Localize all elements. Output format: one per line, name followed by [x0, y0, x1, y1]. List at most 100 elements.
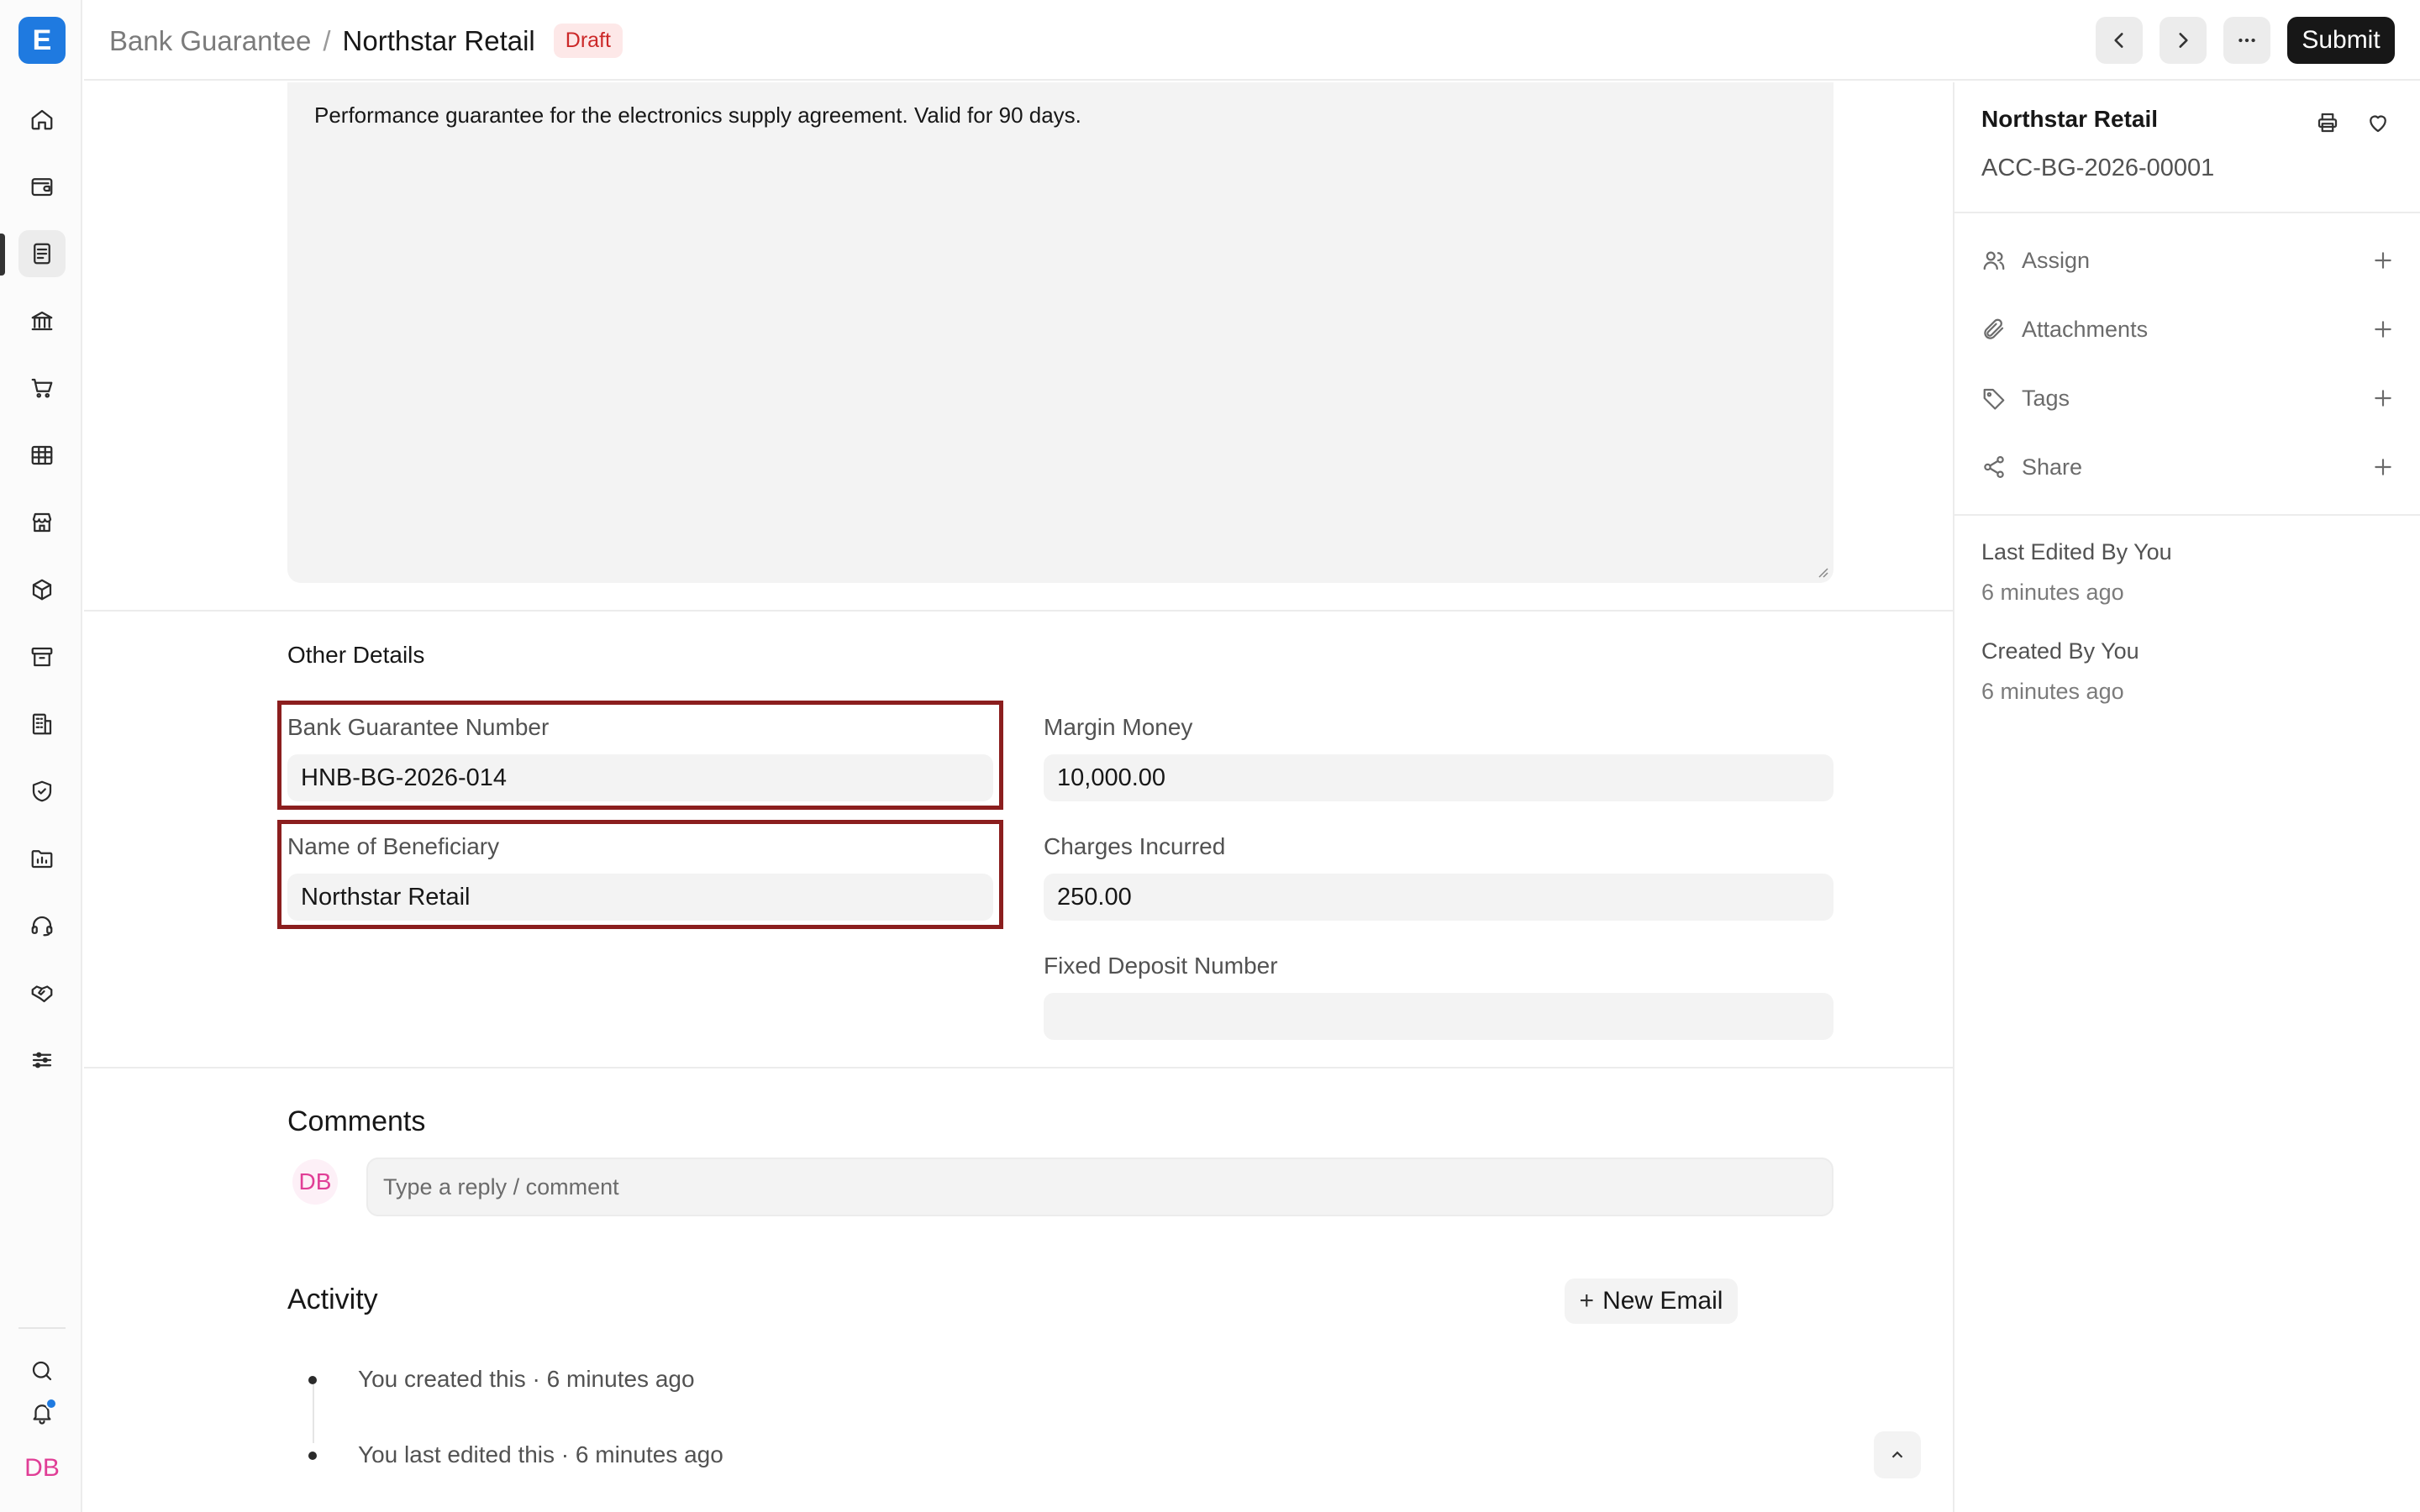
sidebar-item-folder-chart[interactable] [18, 835, 66, 882]
document-icon [34, 243, 50, 265]
charges-incurred-label: Charges Incurred [1044, 833, 1226, 859]
comments-title: Comments [287, 1105, 426, 1137]
panel-divider [1954, 514, 2420, 516]
chevron-right-icon [2179, 33, 2188, 48]
attachments-row[interactable]: Attachments [1981, 311, 2402, 348]
headset-icon [31, 916, 53, 937]
section-divider [84, 1067, 1953, 1068]
sidebar: E DB [0, 0, 82, 1512]
chevron-up-icon [1891, 1451, 1903, 1458]
page-title: Northstar Retail [342, 24, 535, 56]
sidebar-item-settings[interactable] [18, 1037, 66, 1084]
share-row[interactable]: Share [1981, 449, 2402, 486]
record-id: ACC-BG-2026-00001 [1981, 155, 2215, 181]
plus-icon [2375, 459, 2391, 475]
fixed-deposit-number-label: Fixed Deposit Number [1044, 953, 1278, 979]
status-badge: Draft [553, 24, 623, 58]
chevron-left-icon [2114, 33, 2123, 48]
scroll-to-top-button[interactable] [1874, 1431, 1921, 1478]
assign-row[interactable]: Assign [1981, 242, 2402, 279]
bank-icon [31, 311, 53, 331]
sidebar-item-wallet[interactable] [18, 163, 66, 210]
other-details-title: Other Details [287, 642, 425, 668]
new-email-button[interactable]: + New Email [1565, 1278, 1738, 1324]
activity-timeline-line [313, 1384, 314, 1443]
breadcrumb: Bank Guarantee / Northstar Retail Draft [109, 24, 623, 58]
assign-label: Assign [2022, 247, 2091, 273]
plus-icon [2375, 252, 2391, 269]
share-label: Share [2022, 454, 2083, 480]
heart-icon [2370, 115, 2386, 133]
activity-title: Activity [287, 1284, 378, 1315]
tags-row[interactable]: Tags [1981, 380, 2402, 417]
tag-icon [1983, 388, 2005, 410]
add-attachment-button[interactable] [2365, 311, 2402, 348]
sidebar-item-store[interactable] [18, 499, 66, 546]
sidebar-divider [18, 1327, 66, 1329]
fixed-deposit-number-input[interactable] [1044, 993, 1833, 1040]
sidebar-item-home[interactable] [18, 96, 66, 143]
users-icon [1983, 251, 2005, 270]
record-title: Northstar Retail [1981, 106, 2159, 132]
wallet-icon [31, 178, 53, 197]
paperclip-icon [1984, 318, 2004, 339]
table-icon [31, 445, 53, 465]
add-share-button[interactable] [2365, 449, 2402, 486]
breadcrumb-separator: / [323, 24, 331, 56]
share-icon [1984, 456, 2004, 478]
remarks-textarea[interactable]: Performance guarantee for the electronic… [287, 82, 1833, 583]
sidebar-item-handshake[interactable] [18, 969, 66, 1016]
print-button[interactable] [2311, 106, 2344, 139]
created-label: Created By You [1981, 638, 2139, 664]
new-email-label: New Email [1602, 1287, 1723, 1315]
last-edited-time: 6 minutes ago [1981, 580, 2124, 605]
more-actions-button[interactable] [2223, 17, 2270, 64]
sidebar-item-document[interactable] [18, 230, 66, 277]
add-assign-button[interactable] [2365, 242, 2402, 279]
more-horizontal-icon [2238, 38, 2255, 43]
user-avatar[interactable]: DB [20, 1450, 64, 1487]
plus-icon [2375, 321, 2391, 338]
section-divider [84, 610, 1953, 612]
sidebar-item-package[interactable] [18, 566, 66, 613]
like-button[interactable] [2361, 106, 2395, 139]
next-record-button[interactable] [2160, 17, 2207, 64]
previous-record-button[interactable] [2096, 17, 2143, 64]
timeline-dot [308, 1452, 317, 1460]
activity-item: You last edited this · 6 minutes ago [358, 1441, 723, 1467]
last-edited-label: Last Edited By You [1981, 539, 2172, 564]
sidebar-item-bank[interactable] [18, 297, 66, 344]
margin-money-label: Margin Money [1044, 714, 1193, 740]
comment-input[interactable]: Type a reply / comment [366, 1158, 1833, 1216]
charges-incurred-input[interactable]: 250.00 [1044, 874, 1833, 921]
add-tag-button[interactable] [2365, 380, 2402, 417]
plus-icon [2375, 390, 2391, 407]
sidebar-item-shield[interactable] [18, 768, 66, 815]
app-logo[interactable]: E [18, 17, 66, 64]
submit-button[interactable]: Submit [2287, 17, 2395, 64]
notifications-button[interactable] [24, 1394, 60, 1431]
comment-avatar: DB [292, 1159, 338, 1205]
panel-divider [1954, 212, 2420, 213]
sidebar-item-building[interactable] [18, 701, 66, 748]
highlight-name-of-beneficiary [277, 820, 1003, 929]
notification-dot [45, 1398, 57, 1410]
activity-item: You created this · 6 minutes ago [358, 1366, 695, 1392]
topbar: Bank Guarantee / Northstar Retail Draft … [84, 0, 2420, 81]
package-icon [32, 579, 52, 601]
handshake-icon [31, 985, 53, 1003]
sidebar-item-support[interactable] [18, 902, 66, 949]
sidebar-item-table[interactable] [18, 432, 66, 479]
search-button[interactable] [24, 1352, 60, 1389]
margin-money-input[interactable]: 10,000.00 [1044, 754, 1833, 801]
attachments-label: Attachments [2022, 316, 2149, 342]
resize-grip-icon[interactable] [1815, 564, 1828, 578]
highlight-bank-guarantee-number [277, 701, 1003, 810]
created-time: 6 minutes ago [1981, 679, 2124, 704]
building-icon [32, 713, 52, 735]
sidebar-item-archive[interactable] [18, 633, 66, 680]
right-panel: Northstar Retail ACC-BG-2026-00001 Assig… [1953, 82, 2420, 1512]
sidebar-item-cart[interactable] [18, 365, 66, 412]
breadcrumb-parent-link[interactable]: Bank Guarantee [109, 25, 311, 57]
remarks-text: Performance guarantee for the electronic… [314, 102, 1081, 128]
